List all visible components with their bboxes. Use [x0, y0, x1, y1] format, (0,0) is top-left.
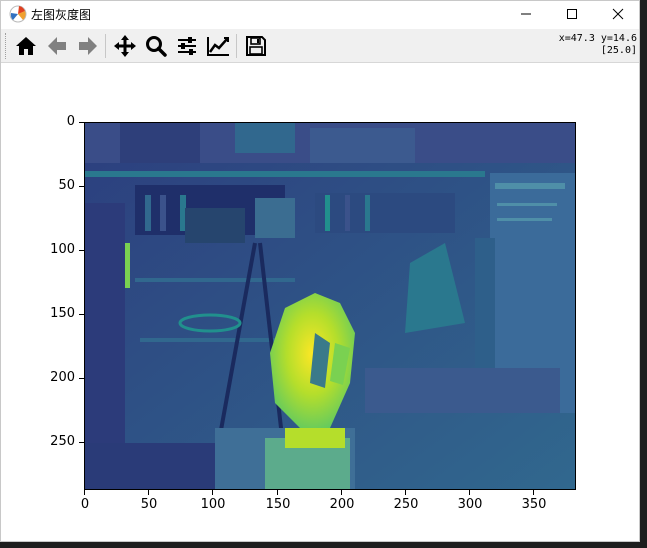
- minimize-icon: [521, 13, 531, 15]
- close-icon: [612, 8, 624, 20]
- grayscale-image: [85, 123, 575, 489]
- y-tick-label: 250: [50, 434, 75, 449]
- y-tick-label: 150: [50, 306, 75, 321]
- save-button[interactable]: [243, 33, 269, 59]
- close-button[interactable]: [595, 1, 641, 27]
- back-button[interactable]: [44, 33, 70, 59]
- home-button[interactable]: [13, 33, 39, 59]
- x-tick-label: 300: [457, 497, 483, 512]
- y-tick-label: 0: [66, 114, 75, 129]
- x-tick-label: 100: [200, 497, 226, 512]
- pan-move-icon: [114, 35, 136, 57]
- customize-button[interactable]: [205, 33, 231, 59]
- save-floppy-icon: [246, 36, 266, 56]
- coords-value: [25.0]: [600, 45, 637, 56]
- edit-axis-icon: [207, 37, 229, 56]
- minimize-button[interactable]: [503, 1, 549, 27]
- title-bar[interactable]: 左图灰度图: [1, 1, 639, 27]
- y-tick-label: 100: [50, 242, 75, 257]
- matplotlib-icon: [9, 5, 27, 23]
- x-tick-label: 150: [265, 497, 291, 512]
- zoom-magnifier-icon: [146, 36, 167, 57]
- toolbar-grip[interactable]: [5, 33, 8, 59]
- figure-window: 左图灰度图 x=47.3 y=14.6 [25.0] 0 50 100 150 …: [0, 0, 640, 542]
- image-axes[interactable]: [84, 122, 576, 490]
- back-arrow-icon: [48, 37, 66, 55]
- zoom-button[interactable]: [143, 33, 169, 59]
- window-title: 左图灰度图: [31, 8, 92, 22]
- x-tick-label: 200: [329, 497, 355, 512]
- x-tick-label: 250: [393, 497, 419, 512]
- forward-button[interactable]: [75, 33, 101, 59]
- x-tick-label: 0: [80, 497, 90, 512]
- x-tick-label: 50: [140, 497, 158, 512]
- figure-canvas[interactable]: 0 50 100 150 200 250 0 50 100 150 200 25…: [1, 63, 639, 541]
- y-tick-label: 200: [50, 370, 75, 385]
- x-tick-label: 350: [521, 497, 547, 512]
- maximize-icon: [567, 9, 577, 19]
- maximize-button[interactable]: [549, 1, 595, 27]
- y-tick-label: 50: [58, 178, 75, 193]
- subplots-sliders-icon: [178, 37, 196, 55]
- navigation-toolbar: x=47.3 y=14.6 [25.0]: [1, 29, 639, 63]
- home-icon: [16, 37, 36, 55]
- forward-arrow-icon: [79, 37, 97, 55]
- cursor-coordinates: x=47.3 y=14.6 [25.0]: [559, 33, 637, 57]
- coords-xy: x=47.3 y=14.6: [558, 33, 637, 44]
- pan-button[interactable]: [112, 33, 138, 59]
- subplots-button[interactable]: [174, 33, 200, 59]
